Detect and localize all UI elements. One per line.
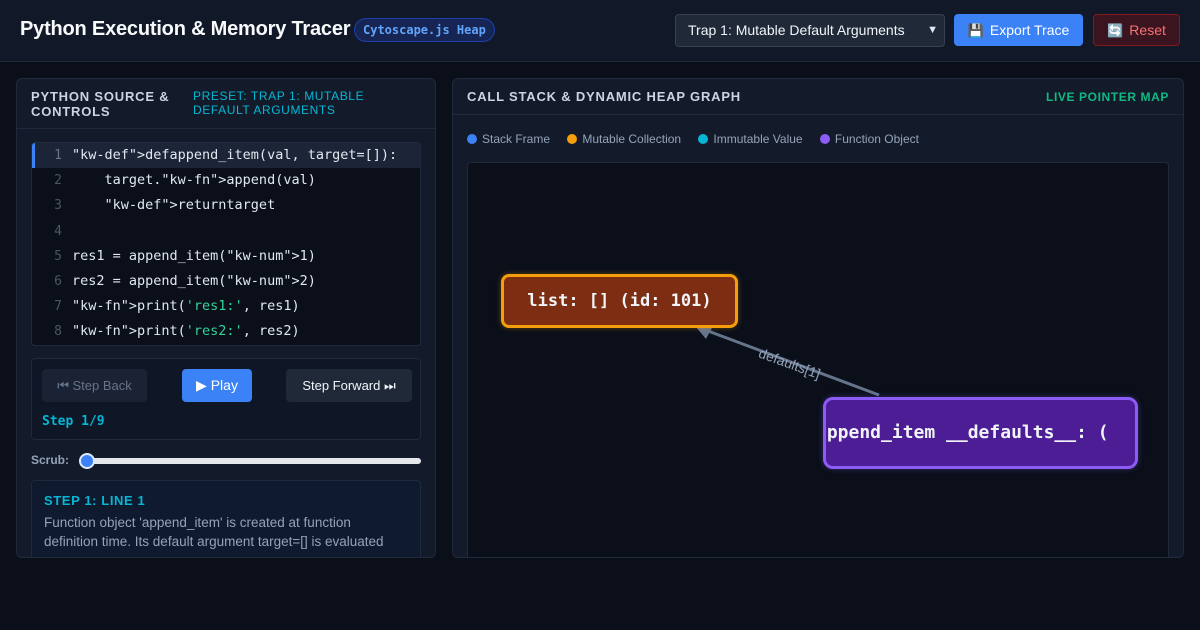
- legend-dot: [467, 134, 477, 144]
- code-text: "kw-def">defappend_item(val, target=[]):: [72, 147, 398, 163]
- legend-item-function-object: Function Object: [819, 132, 919, 146]
- code-text: res2 = append_item("kw-num">2): [72, 272, 316, 289]
- code-text: , res2): [242, 323, 300, 340]
- playback-controls: ⏮ Step Back ▶ Play Step Forward ⏭ Step 1…: [31, 358, 421, 440]
- code-text: "kw-def">returntarget: [72, 197, 276, 214]
- function-node-label: append_item __defaults__: (: [823, 422, 1109, 443]
- live-pointer-map-label: Live Pointer Map: [1046, 90, 1169, 104]
- chevron-down-icon: ▼: [927, 24, 938, 36]
- preset-label: Preset: Trap 1: Mutable Default Argument…: [193, 89, 365, 117]
- engine-badge: Cytoscape.js Heap: [354, 18, 495, 42]
- reset-label: Reset: [1129, 22, 1166, 38]
- code-text: target."kw-fn">append(val): [72, 172, 316, 189]
- code-text: , res1): [242, 298, 300, 315]
- code-text: "kw-fn">print(: [72, 298, 186, 315]
- heap-graph-canvas[interactable]: defaults[1] list: [] (id: 101) append_it…: [467, 162, 1169, 557]
- floppy-disk-icon: 💾: [967, 23, 984, 38]
- export-trace-label: Export Trace: [989, 22, 1070, 38]
- heap-panel-title: Call Stack & Dynamic Heap Graph: [467, 89, 741, 104]
- scrub-slider[interactable]: [79, 458, 421, 464]
- scrub-slider-thumb[interactable]: [79, 453, 95, 469]
- step-back-button[interactable]: ⏮ Step Back: [42, 369, 147, 402]
- line-number: 7: [54, 299, 62, 315]
- line-number: 2: [54, 173, 62, 189]
- preset-select-value: Trap 1: Mutable Default Arguments: [688, 22, 905, 38]
- app-title: Python Execution & Memory Tracer: [20, 18, 351, 40]
- line-number: 8: [54, 324, 62, 340]
- preset-select[interactable]: Trap 1: Mutable Default Arguments ▼: [675, 14, 945, 47]
- code-line[interactable]: 4: [32, 219, 420, 244]
- heap-graph-panel: Call Stack & Dynamic Heap Graph Live Poi…: [452, 78, 1184, 558]
- line-number: 3: [54, 198, 62, 214]
- graph-legend: Stack Frame Mutable Collection Immutable…: [467, 132, 933, 146]
- heap-edges: defaults[1]: [696, 326, 880, 397]
- refresh-icon: 🔄: [1107, 23, 1124, 38]
- legend-label: Immutable Value: [713, 132, 803, 146]
- line-number: 1: [54, 148, 62, 163]
- legend-label: Stack Frame: [482, 132, 551, 146]
- code-line[interactable]: 8 "kw-fn">print('res2:', res2): [32, 319, 420, 344]
- explanation-body: Function object 'append_item' is created…: [44, 515, 384, 549]
- code-text: "kw-fn">print(: [72, 323, 186, 340]
- source-panel-header: Python Source & Controls Preset: Trap 1:…: [17, 79, 435, 129]
- code-editor[interactable]: 1 "kw-def">defappend_item(val, target=[])…: [31, 142, 421, 346]
- step-forward-button[interactable]: Step Forward ⏭: [286, 369, 412, 402]
- legend-label: Function Object: [834, 132, 919, 146]
- legend-dot: [819, 134, 830, 144]
- line-number: 6: [54, 273, 62, 289]
- heap-node-function[interactable]: append_item __defaults__: (: [823, 397, 1138, 469]
- export-trace-button[interactable]: 💾 Export Trace: [954, 14, 1083, 46]
- code-line[interactable]: 5 res1 = append_item("kw-num">1): [32, 244, 420, 269]
- code-text: res1 = append_item("kw-num">1): [72, 247, 316, 264]
- reset-button[interactable]: 🔄 Reset: [1093, 14, 1180, 46]
- code-line[interactable]: 3 "kw-def">returntarget: [32, 193, 420, 218]
- legend-dot: [698, 134, 709, 144]
- source-panel-title: Python Source & Controls: [31, 89, 170, 119]
- step-counter: Step 1/9: [42, 414, 105, 429]
- code-line[interactable]: 6 res2 = append_item("kw-num">2): [32, 269, 420, 294]
- code-string: 'res2:': [185, 323, 243, 340]
- source-controls-panel: Python Source & Controls Preset: Trap 1:…: [16, 78, 436, 558]
- legend-item-stack-frame: Stack Frame: [467, 132, 550, 146]
- code-string: 'res1:': [185, 298, 243, 315]
- line-number: 5: [54, 248, 62, 264]
- explanation-title: Step 1: Line 1: [44, 493, 146, 508]
- scrub-label: Scrub:: [31, 453, 70, 467]
- heap-panel-header: Call Stack & Dynamic Heap Graph Live Poi…: [453, 79, 1183, 115]
- app-header: Python Execution & Memory Tracer Cytosca…: [0, 0, 1200, 62]
- legend-item-immutable-value: Immutable Value: [698, 132, 803, 146]
- code-line[interactable]: 1 "kw-def">defappend_item(val, target=[])…: [32, 143, 420, 169]
- code-line[interactable]: 2 target."kw-fn">append(val): [32, 168, 420, 193]
- code-line[interactable]: 7 "kw-fn">print('res1:', res1): [32, 294, 420, 319]
- step-explanation: Step 1: Line 1 Function object 'append_i…: [31, 480, 421, 557]
- edge-label: defaults[1]: [757, 345, 823, 382]
- legend-item-mutable-collection: Mutable Collection: [567, 132, 681, 146]
- line-number: 4: [54, 223, 62, 239]
- heap-node-list[interactable]: list: [] (id: 101): [501, 274, 738, 328]
- legend-dot: [567, 134, 578, 144]
- legend-label: Mutable Collection: [582, 132, 682, 146]
- play-button[interactable]: ▶ Play: [182, 369, 252, 402]
